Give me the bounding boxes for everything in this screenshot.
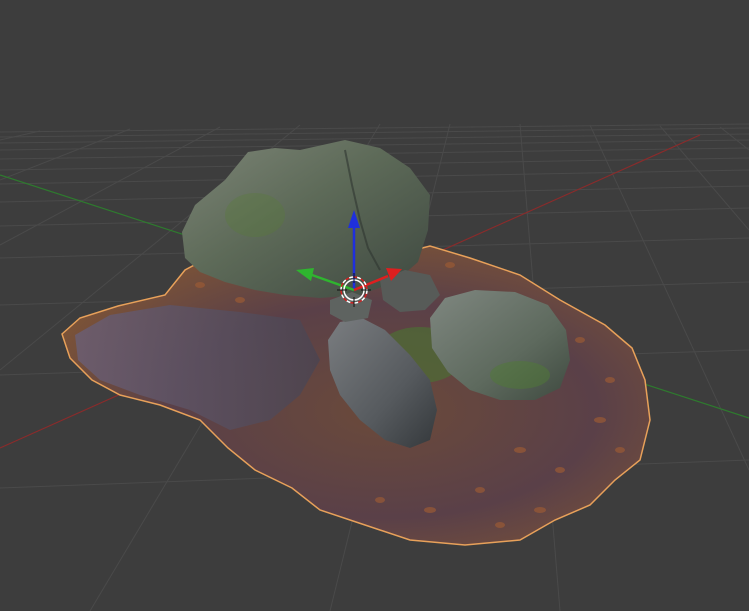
rock-scan-mesh[interactable]: [61, 140, 651, 546]
viewport-canvas[interactable]: [0, 0, 749, 611]
right-rock-moss: [490, 361, 550, 389]
boulder-moss: [225, 193, 285, 237]
3d-viewport[interactable]: [0, 0, 749, 611]
